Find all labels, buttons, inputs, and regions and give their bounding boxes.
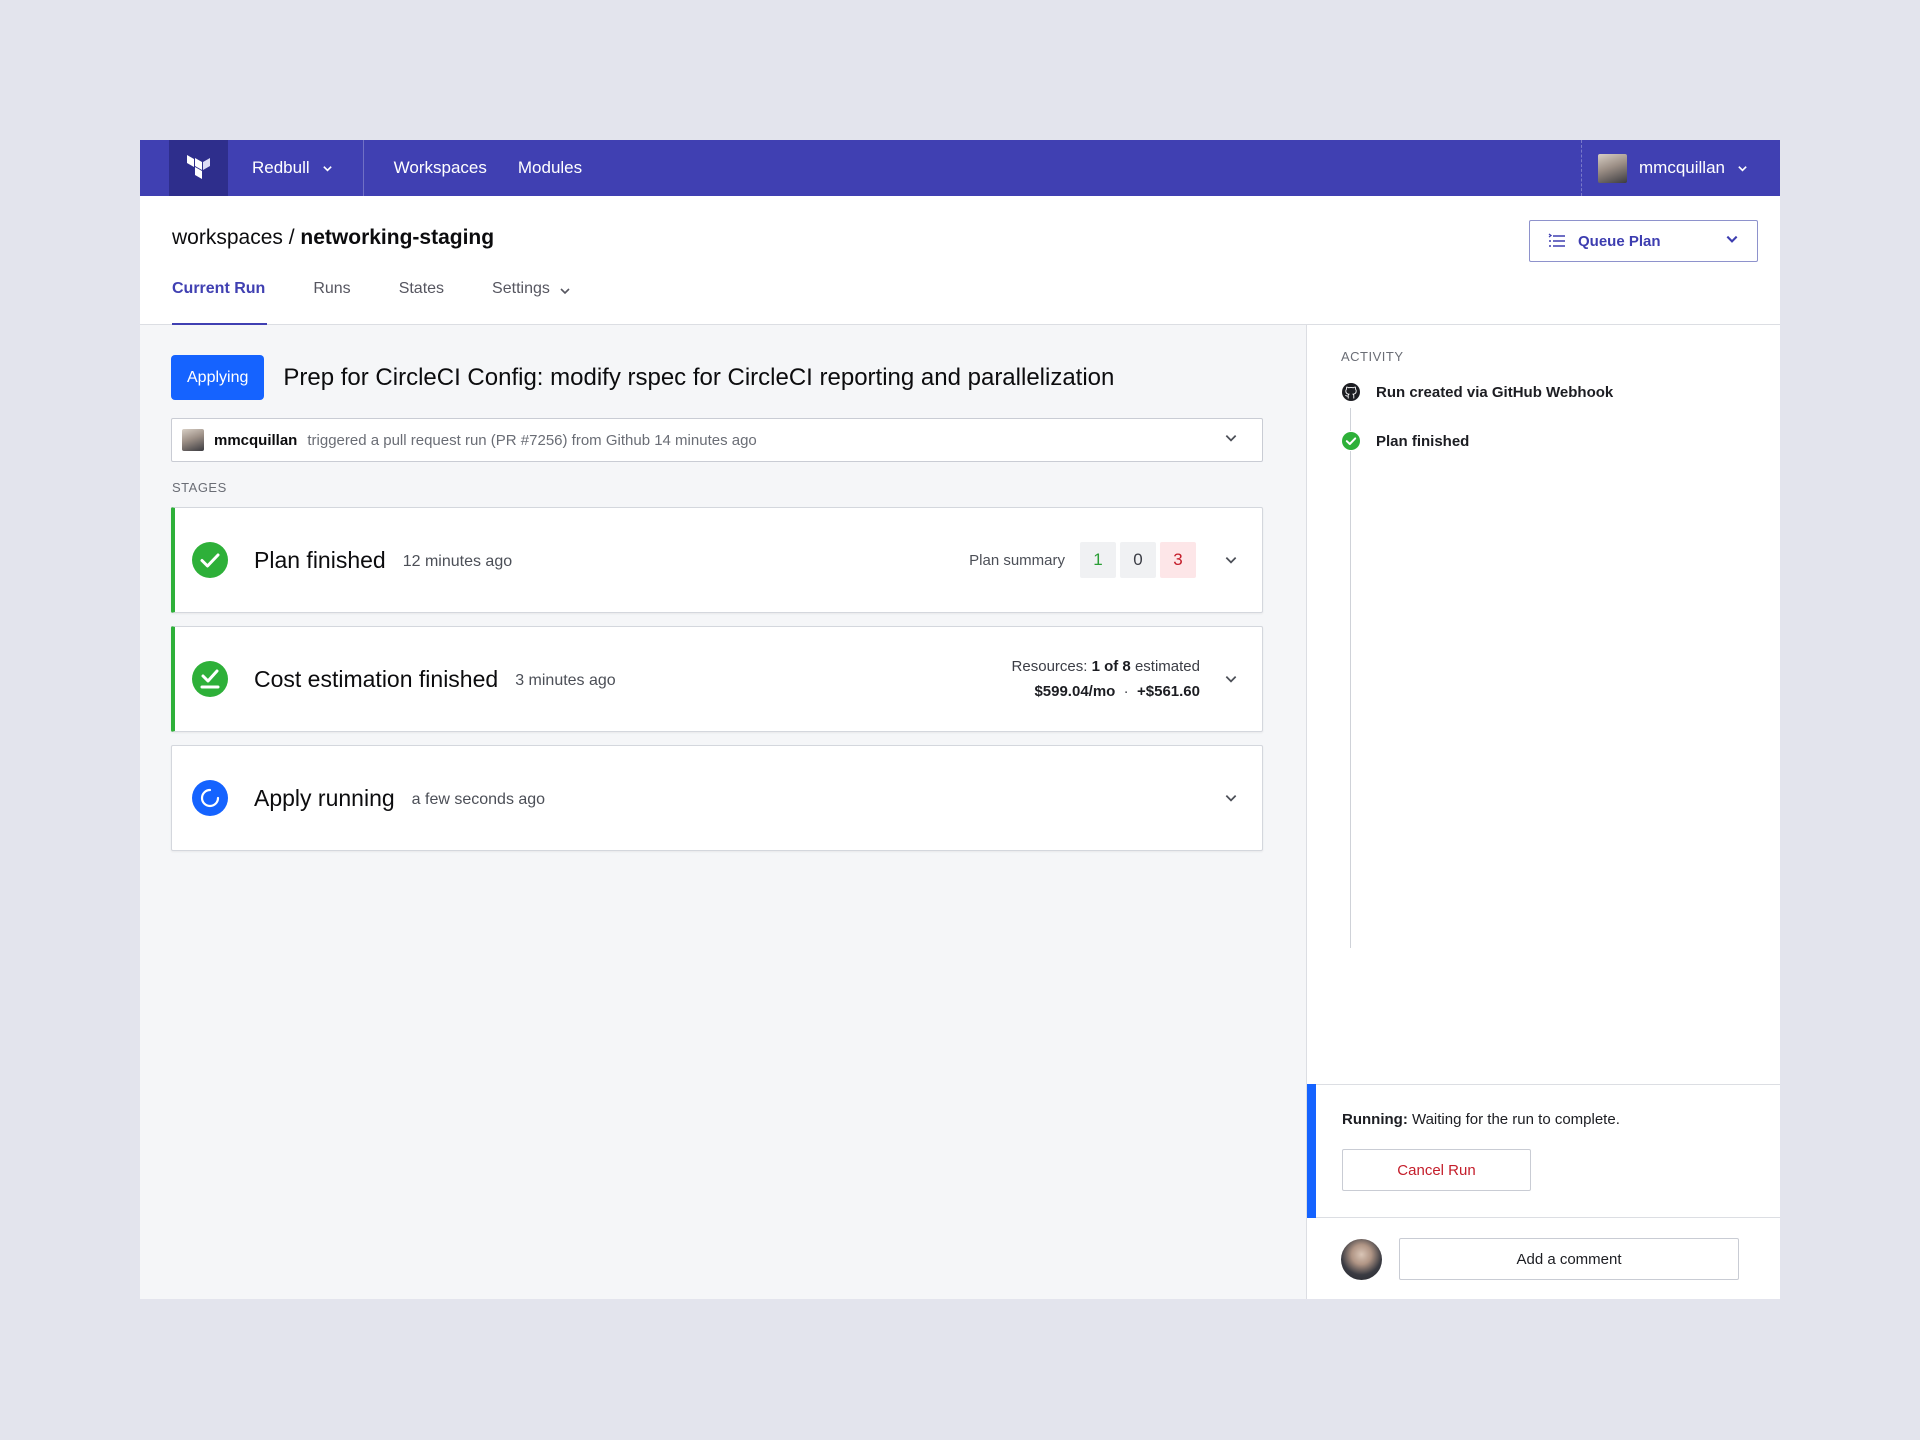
stage-time: a few seconds ago [411, 791, 546, 808]
spinner-icon [192, 780, 228, 816]
running-status-text: Running: Waiting for the run to complete… [1342, 1111, 1620, 1128]
org-switcher[interactable]: Redbull [228, 140, 364, 196]
chevron-down-icon [1725, 232, 1739, 250]
tab-settings[interactable]: Settings [492, 280, 571, 325]
nav-links: Workspaces Modules [394, 158, 582, 178]
tab-label: Settings [492, 280, 550, 297]
stage-title: Apply running [254, 784, 395, 811]
add-comment-button[interactable]: Add a comment [1399, 1238, 1739, 1280]
cost-resources-prefix: Resources: [1011, 658, 1088, 675]
workspace-name: networking-staging [300, 226, 495, 249]
check-circle-icon [1341, 431, 1361, 451]
stage-title: Cost estimation finished [254, 665, 499, 692]
user-menu[interactable]: mmcquillan [1581, 140, 1780, 196]
run-title: Prep for CircleCI Config: modify rspec f… [283, 363, 1115, 391]
tab-current-run[interactable]: Current Run [172, 280, 268, 325]
timeline-line [1350, 408, 1351, 948]
activity-heading: ACTIVITY [1341, 349, 1404, 364]
terraform-logo[interactable] [169, 140, 228, 196]
check-circle-icon [192, 542, 228, 578]
cost-check-icon [192, 661, 228, 697]
plan-summary-label: Plan summary [969, 551, 1065, 569]
queue-plan-button[interactable]: Queue Plan [1529, 220, 1758, 262]
plan-destroy-count: 3 [1160, 542, 1196, 578]
plan-change-count: 0 [1120, 542, 1156, 578]
github-icon [1341, 382, 1361, 402]
tab-label: Current Run [172, 280, 266, 297]
activity-text: Run created via GitHub Webhook [1376, 383, 1614, 401]
activity-item: Plan finished [1341, 431, 1469, 451]
stage-apply[interactable]: Apply running a few seconds ago [171, 745, 1263, 851]
plan-add-count: 1 [1080, 542, 1116, 578]
cost-delta: +$561.60 [1137, 683, 1200, 700]
apply-summary [1200, 791, 1238, 805]
running-label: Running: [1342, 1111, 1408, 1128]
activity-text: Plan finished [1376, 432, 1470, 450]
workspace-header: workspaces / networking-staging Queue Pl… [140, 196, 1780, 325]
cost-amounts: $599.04/mo · +$561.60 [1012, 679, 1200, 704]
chevron-down-icon [322, 165, 332, 172]
chevron-down-icon [1225, 676, 1237, 683]
avatar [1341, 1238, 1382, 1280]
list-queue-icon [1548, 233, 1565, 247]
cost-info: Resources: 1 of 8 estimated $599.04/mo ·… [1012, 654, 1200, 704]
cost-resources: Resources: 1 of 8 estimated [1012, 654, 1200, 679]
workspace-tabs: Current Run Runs States Settings [172, 280, 571, 325]
stage-title: Plan finished [254, 546, 386, 573]
tab-states[interactable]: States [399, 280, 444, 325]
run-main: Applying Prep for CircleCI Config: modif… [140, 325, 1306, 1299]
cost-resources-count: 1 of 8 [1091, 658, 1131, 675]
plan-summary: Plan summary 1 0 3 [969, 542, 1238, 578]
running-message: Waiting for the run to complete. [1411, 1111, 1620, 1128]
chevron-down-icon [560, 288, 570, 295]
trigger-description: triggered a pull request run (PR #7256) … [307, 431, 757, 449]
avatar [182, 429, 204, 451]
avatar [1598, 153, 1628, 183]
chevron-down-icon [1225, 795, 1237, 802]
comment-row: Add a comment [1341, 1238, 1739, 1280]
chevron-down-icon [1225, 557, 1237, 564]
status-badge: Applying [171, 355, 265, 400]
stages-heading: STAGES [172, 480, 227, 495]
org-name: Redbull [252, 158, 310, 177]
stage-cost-estimation[interactable]: Cost estimation finished 3 minutes ago R… [171, 626, 1263, 732]
tab-runs[interactable]: Runs [313, 280, 350, 325]
cancel-run-button[interactable]: Cancel Run [1342, 1149, 1531, 1191]
user-name: mmcquillan [1639, 158, 1725, 177]
activity-panel: ACTIVITY Run created via GitHub Webhook … [1306, 325, 1780, 1299]
run-trigger-bar[interactable]: mmcquillan triggered a pull request run … [171, 418, 1263, 462]
app-window: Redbull Workspaces Modules mmcquillan wo… [140, 140, 1780, 1299]
stage-time: 12 minutes ago [402, 553, 513, 570]
nav-link-workspaces[interactable]: Workspaces [394, 158, 487, 178]
breadcrumb-workspaces-link[interactable]: workspaces [172, 226, 283, 249]
chevron-down-icon [1224, 431, 1238, 449]
stage-plan[interactable]: Plan finished 12 minutes ago Plan summar… [171, 507, 1263, 613]
run-title-row: Applying Prep for CircleCI Config: modif… [171, 355, 1114, 400]
trigger-user: mmcquillan [214, 431, 298, 449]
cost-monthly: $599.04/mo [1034, 683, 1116, 700]
breadcrumb: workspaces / networking-staging [172, 226, 494, 250]
breadcrumb-separator: / [288, 226, 295, 249]
cost-summary: Resources: 1 of 8 estimated $599.04/mo ·… [1012, 654, 1238, 704]
cost-separator: · [1123, 683, 1129, 700]
cost-resources-suffix: estimated [1134, 658, 1200, 675]
nav-link-modules[interactable]: Modules [518, 158, 582, 178]
top-nav: Redbull Workspaces Modules mmcquillan [140, 140, 1780, 196]
terraform-logo-icon [186, 155, 210, 179]
queue-plan-label: Queue Plan [1578, 232, 1661, 250]
activity-item: Run created via GitHub Webhook [1341, 382, 1613, 402]
running-status-panel: Running: Waiting for the run to complete… [1307, 1084, 1780, 1218]
stage-time: 3 minutes ago [515, 672, 616, 689]
tab-label: States [398, 280, 445, 297]
tab-label: Runs [313, 280, 351, 297]
chevron-down-icon [1738, 165, 1747, 172]
